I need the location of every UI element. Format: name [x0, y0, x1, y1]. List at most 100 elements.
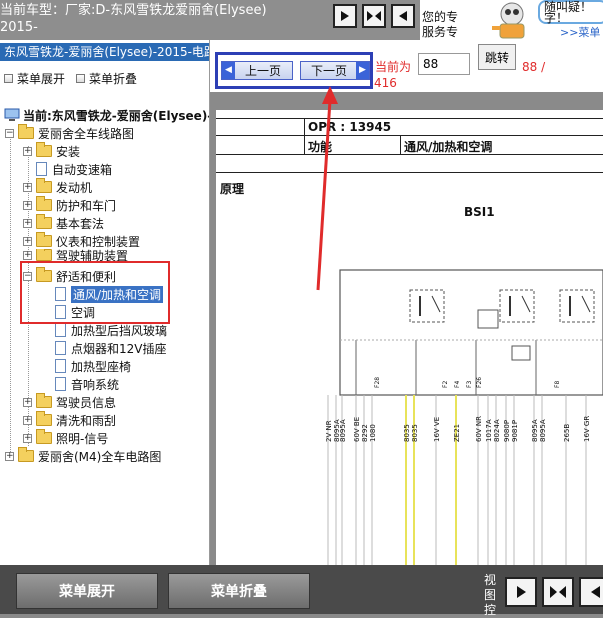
robot-icon	[492, 2, 525, 39]
tree-item[interactable]: + 安装	[23, 142, 80, 160]
tree-leaf[interactable]: 加热型座椅	[55, 357, 131, 375]
wire-label: 1017A	[485, 419, 493, 442]
plus-icon: +	[23, 145, 32, 156]
page-count: 88 /	[522, 60, 546, 74]
tree-item[interactable]: + 驾驶员信息	[23, 393, 116, 411]
highlight-box-tree	[20, 261, 170, 324]
vehicle-line1: 当前车型：厂家:D-东风雪铁龙爱丽舍(Elysee)	[0, 3, 267, 18]
wire-label: 16V GR	[583, 416, 591, 442]
document-page: OPR : 13945 功能 通风/加热和空调 原理 BSI1 2V NR 809…	[216, 110, 603, 565]
collapse-icon	[76, 74, 85, 83]
relay-switch	[521, 295, 531, 313]
tree-root2[interactable]: + 爱丽舍(M4)全车电路图	[5, 447, 161, 465]
nav-fit-button[interactable]	[362, 4, 386, 28]
fuse-label: F2	[442, 381, 449, 388]
folder-icon	[18, 447, 34, 462]
wire-label: 8035	[411, 424, 419, 442]
folder-icon	[36, 214, 52, 229]
bsi-outline	[339, 269, 603, 396]
wire-label: 8292	[361, 424, 369, 442]
play-left-icon	[591, 586, 600, 598]
wire-label: 8024A	[493, 419, 501, 442]
document-icon	[55, 341, 66, 355]
bottom-bar: 菜单展开 菜单折叠 视图控	[0, 565, 603, 617]
tree-collapse-label: 菜单折叠	[89, 72, 138, 86]
tree-item[interactable]: + 清洗和雨刮	[23, 411, 116, 429]
tree-leaf[interactable]: 点烟器和12V插座	[55, 339, 166, 357]
folder-icon	[36, 178, 52, 193]
tree-item[interactable]: + 仪表和控制装置	[23, 232, 140, 250]
wire-label: ZE21	[453, 424, 461, 442]
tree-item[interactable]: 自动变速箱	[36, 160, 112, 178]
folder-icon	[36, 411, 52, 426]
relay-box	[559, 289, 595, 323]
page-count-total: 416	[374, 76, 397, 90]
next-page-button[interactable]: 下一页 ▶	[300, 61, 370, 80]
tree-title: 东风雪铁龙-爱丽舍(Elysee)-2015-电路	[0, 43, 209, 61]
arrow-left-icon: ◀	[222, 62, 235, 79]
tree-item[interactable]: + 基本套法	[23, 214, 104, 232]
prev-page-button[interactable]: ◀ 上一页	[221, 61, 293, 80]
bottom-expand-button[interactable]: 菜单展开	[16, 573, 158, 609]
relay-switch	[431, 295, 441, 313]
tree-item[interactable]: + 驾驶辅助装置	[23, 249, 128, 261]
document-icon	[55, 359, 66, 373]
wire-label: 60V NR	[475, 416, 483, 442]
plus-icon: +	[23, 396, 32, 407]
page-number-input[interactable]	[418, 53, 470, 75]
bottom-fit-button[interactable]	[542, 577, 574, 607]
tree-root[interactable]: − 爱丽舍全车线路图	[5, 124, 134, 142]
tree-current[interactable]: 当前:东风雪铁龙-爱丽舍(Elysee)-2	[4, 106, 209, 124]
folder-icon	[36, 429, 52, 444]
wire-label: 8095A	[539, 419, 547, 442]
tree-collapse-button[interactable]: 菜单折叠	[76, 70, 137, 87]
tree-expand-button[interactable]: 菜单展开	[4, 70, 65, 87]
view-control-label: 视图控	[484, 573, 497, 617]
nav-first-button[interactable]	[333, 4, 357, 28]
bottom-collapse-button[interactable]: 菜单折叠	[168, 573, 310, 609]
vehicle-info: 当前车型：厂家:D-东风雪铁龙爱丽舍(Elysee) 2015-	[0, 0, 330, 36]
document-icon	[36, 162, 47, 176]
plus-icon: +	[23, 249, 32, 260]
sensor-symbol	[511, 345, 531, 361]
main-panel: ◀ 上一页 下一页 ▶ 当前为 跳转 88 / 416 OPR : 13945 …	[210, 40, 603, 565]
tree-leaf[interactable]: 音响系统	[55, 375, 119, 393]
fuse-label: F8	[554, 381, 561, 388]
prev-page-label: 上一页	[244, 64, 281, 78]
tree-panel: 东风雪铁龙-爱丽舍(Elysee)-2015-电路 菜单展开 菜单折叠 当前:东…	[0, 40, 210, 565]
fit-icon	[367, 11, 381, 21]
wire-label: 1080	[369, 424, 377, 442]
wire-label: 2V NR	[325, 420, 333, 442]
tree-item[interactable]: + 发动机	[23, 178, 92, 196]
bottom-first-button[interactable]	[505, 577, 537, 607]
ad-banner[interactable]: 您的专 服务专 随叫疑！字！ >>菜单	[420, 0, 603, 40]
current-page-label: 当前为	[375, 60, 412, 74]
plus-icon: +	[23, 414, 32, 425]
wire-label: 8035	[403, 424, 411, 442]
wire-label: 8095A	[339, 419, 347, 442]
plus-icon: +	[23, 432, 32, 443]
tree-item[interactable]: + 防护和车门	[23, 196, 116, 214]
wire-label: 9081P	[511, 420, 519, 442]
wire-label: 8095A	[531, 419, 539, 442]
pager-bar: ◀ 上一页 下一页 ▶ 当前为 跳转 88 / 416	[210, 40, 603, 92]
relay-box	[409, 289, 445, 323]
jump-button[interactable]: 跳转	[478, 44, 516, 70]
plus-icon: +	[5, 450, 14, 461]
vehicle-line2: 2015-	[0, 20, 38, 35]
wire-label: 9080P	[503, 420, 511, 442]
document-icon	[55, 323, 66, 337]
wire-label: 16V VE	[433, 417, 441, 442]
arrow-right-icon: ▶	[356, 62, 369, 79]
play-right-icon	[517, 586, 526, 598]
tree-item[interactable]: + 照明-信号	[23, 429, 108, 447]
ad-text-2: 服务专	[422, 25, 459, 39]
plus-icon: +	[23, 181, 32, 192]
expand-icon	[4, 74, 13, 83]
nav-back-button[interactable]	[391, 4, 415, 28]
folder-icon	[18, 124, 34, 139]
ad-menu-link[interactable]: >>菜单	[560, 24, 600, 40]
bottom-back-button[interactable]	[579, 577, 603, 607]
play-right-icon	[341, 11, 349, 21]
wire-label: 265B	[563, 424, 571, 442]
